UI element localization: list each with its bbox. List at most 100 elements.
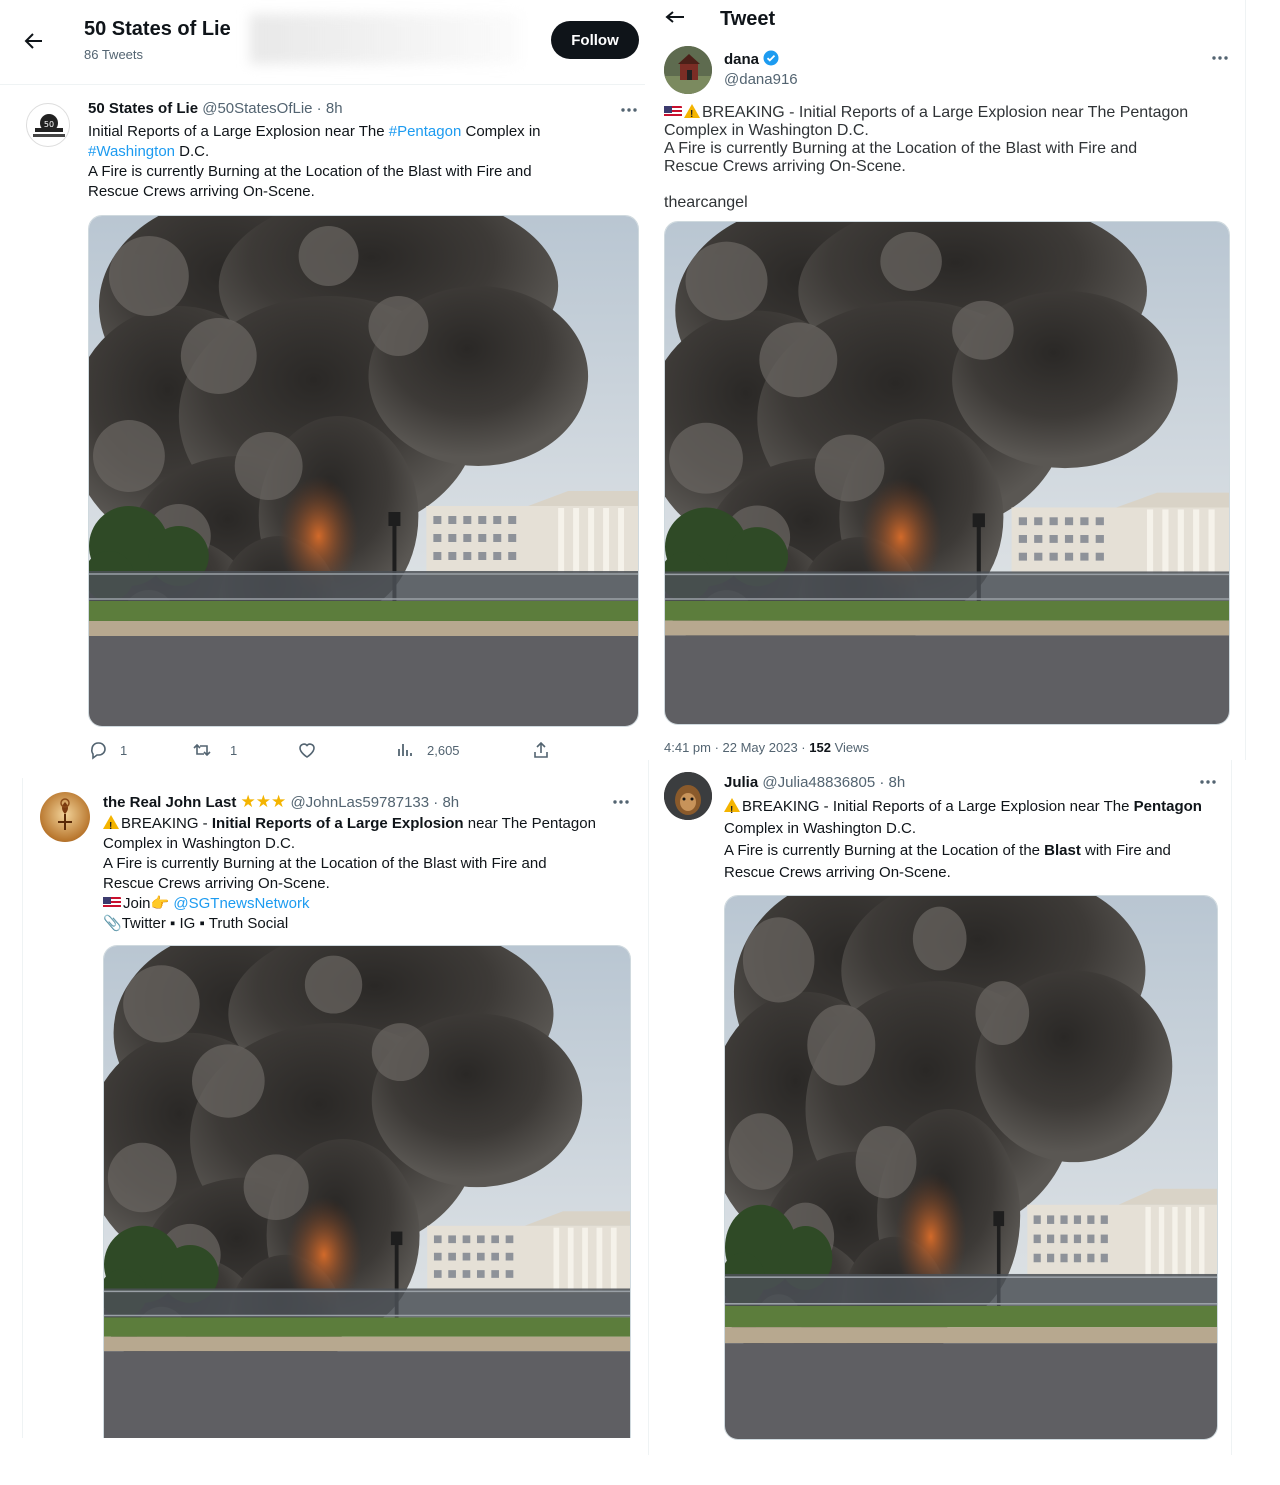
tweet-time[interactable]: 8h [889,774,906,791]
author-name[interactable]: 50 States of Lie [88,100,198,117]
profile-title: 50 States of Lie [84,18,231,40]
body-text-bold: Initial Reports of a Large Explosion [211,815,464,832]
views-button[interactable]: 2,605 [395,740,460,760]
body-text: A Fire is currently Burning at the Locat… [103,855,547,872]
body-text: Rescue Crews arriving On-Scene. [724,864,951,881]
author-handle[interactable]: @JohnLas59787133 [290,794,429,811]
views-count: 2,605 [427,742,460,758]
more-options-icon[interactable] [1210,48,1230,68]
more-options-icon[interactable] [1198,772,1218,792]
author-block: dana @dana916 [724,50,798,88]
tweet-actions: 1 1 2,605 [88,738,639,762]
star-badges-icon: ★★★ [240,792,287,811]
mention-sgtnews[interactable]: @SGTnewsNetwork [173,895,309,912]
author-name[interactable]: the Real John Last [103,794,236,811]
reply-count: 1 [120,742,128,758]
warning-icon [724,798,740,822]
verified-badge-icon [763,50,779,70]
blurred-overlay [250,14,520,64]
timestamp[interactable]: 4:41 pm · 22 May 2023 · [664,740,809,755]
retweet-icon [193,743,211,757]
avatar[interactable] [664,772,712,820]
panel-john-last: the Real John Last ★★★ @JohnLas59787133 … [22,778,645,1438]
tweet-image[interactable] [664,221,1230,725]
tweet-meta: 4:41 pm · 22 May 2023 · 152 Views [664,740,869,755]
tweet-body: Initial Reports of a Large Explosion nea… [88,122,628,202]
panel-tweet-detail: Tweet dana @dana916 BREAKING - Initial R… [648,0,1246,760]
join-label: Join [123,895,151,912]
body-text: Rescue Crews arriving On-Scene. [664,158,906,175]
tweet-header: 50 States of Lie @50StatesOfLie · 8h [88,100,343,117]
body-text: D.C. [175,143,210,160]
reply-icon [91,742,106,760]
panel-profile-timeline: 50 States of Lie 86 Tweets Follow 50 50 … [0,0,645,775]
avatar[interactable]: 50 [26,103,70,147]
retweet-count: 1 [230,742,238,758]
like-button[interactable] [297,740,317,760]
separator-dot: · [875,774,889,791]
social-links: Twitter ▪ IG ▪ Truth Social [121,915,289,932]
separator-dot: · [312,100,326,117]
warning-icon [684,104,700,124]
tweet-header: Julia @Julia48836805 · 8h [724,774,905,791]
tweet-time[interactable]: 8h [442,794,459,811]
panel-julia: Julia @Julia48836805 · 8h BREAKING - Ini… [648,760,1232,1455]
body-text: A Fire is currently Burning at the Locat… [88,163,532,180]
body-text: A Fire is currently Burning at the Locat… [724,842,1045,859]
heart-icon [299,743,315,758]
body-text: Rescue Crews arriving On-Scene. [88,183,315,200]
tweet-50states[interactable]: 50 50 States of Lie @50StatesOfLie · 8h … [0,86,645,775]
tweet-header: the Real John Last ★★★ @JohnLas59787133 … [103,792,459,812]
hashtag-pentagon[interactable]: #Pentagon [389,123,462,140]
svg-text:50: 50 [44,120,54,129]
more-options-icon[interactable] [611,792,631,812]
separator-dot: · [429,794,443,811]
author-handle[interactable]: @dana916 [724,71,798,88]
author-handle[interactable]: @50StatesOfLie [202,100,312,117]
more-options-icon[interactable] [619,100,639,120]
credit-text: thearcangel [664,194,748,211]
back-arrow-icon[interactable] [22,29,46,53]
body-text: Complex in Washington D.C. [664,122,869,139]
tweet-body: BREAKING - Initial Reports of a Large Ex… [664,104,1234,212]
views-label: Views [830,740,870,755]
warning-icon [103,815,119,837]
paperclip-icon: 📎 [103,915,122,932]
pointing-hand-icon: 👉 [150,895,170,912]
profile-header: 50 States of Lie 86 Tweets Follow [0,0,645,85]
back-arrow-icon[interactable] [664,10,686,24]
avatar[interactable] [664,46,712,94]
tweet-image[interactable] [103,945,631,1438]
avatar[interactable] [40,792,90,842]
reply-button[interactable]: 1 [88,740,127,760]
retweet-button[interactable]: 1 [192,740,237,760]
body-text: near The Pentagon [463,815,596,832]
views-icon [398,744,412,756]
tweet-image[interactable] [724,895,1218,1440]
follow-button[interactable]: Follow [551,21,639,59]
share-button[interactable] [531,740,551,760]
body-text: BREAKING - Initial Reports of a Large Ex… [702,104,1189,121]
share-icon [534,741,548,758]
hashtag-washington[interactable]: #Washington [88,143,175,160]
body-text: Complex in [461,123,541,140]
us-flag-icon [664,106,682,118]
body-text: Complex in Washington D.C. [103,835,296,852]
tweet-count: 86 Tweets [84,47,144,62]
body-text: BREAKING - [121,815,212,832]
detail-title: Tweet [720,8,776,30]
body-text: A Fire is currently Burning at the Locat… [664,140,1138,157]
body-text: Rescue Crews arriving On-Scene. [103,875,330,892]
views-count: 152 [809,740,831,755]
detail-header: Tweet [648,0,1245,32]
tweet-body: BREAKING - Initial Reports of a Large Ex… [103,814,633,934]
author-handle[interactable]: @Julia48836805 [762,774,875,791]
body-text-bold: Pentagon [1133,798,1202,815]
tweet-image[interactable] [88,215,639,727]
tweet-time[interactable]: 8h [326,100,343,117]
us-flag-icon [103,897,121,909]
author-name[interactable]: dana [724,51,759,68]
body-text-bold: Blast [1044,842,1081,859]
body-text: Complex in Washington D.C. [724,820,917,837]
author-name[interactable]: Julia [724,774,758,791]
